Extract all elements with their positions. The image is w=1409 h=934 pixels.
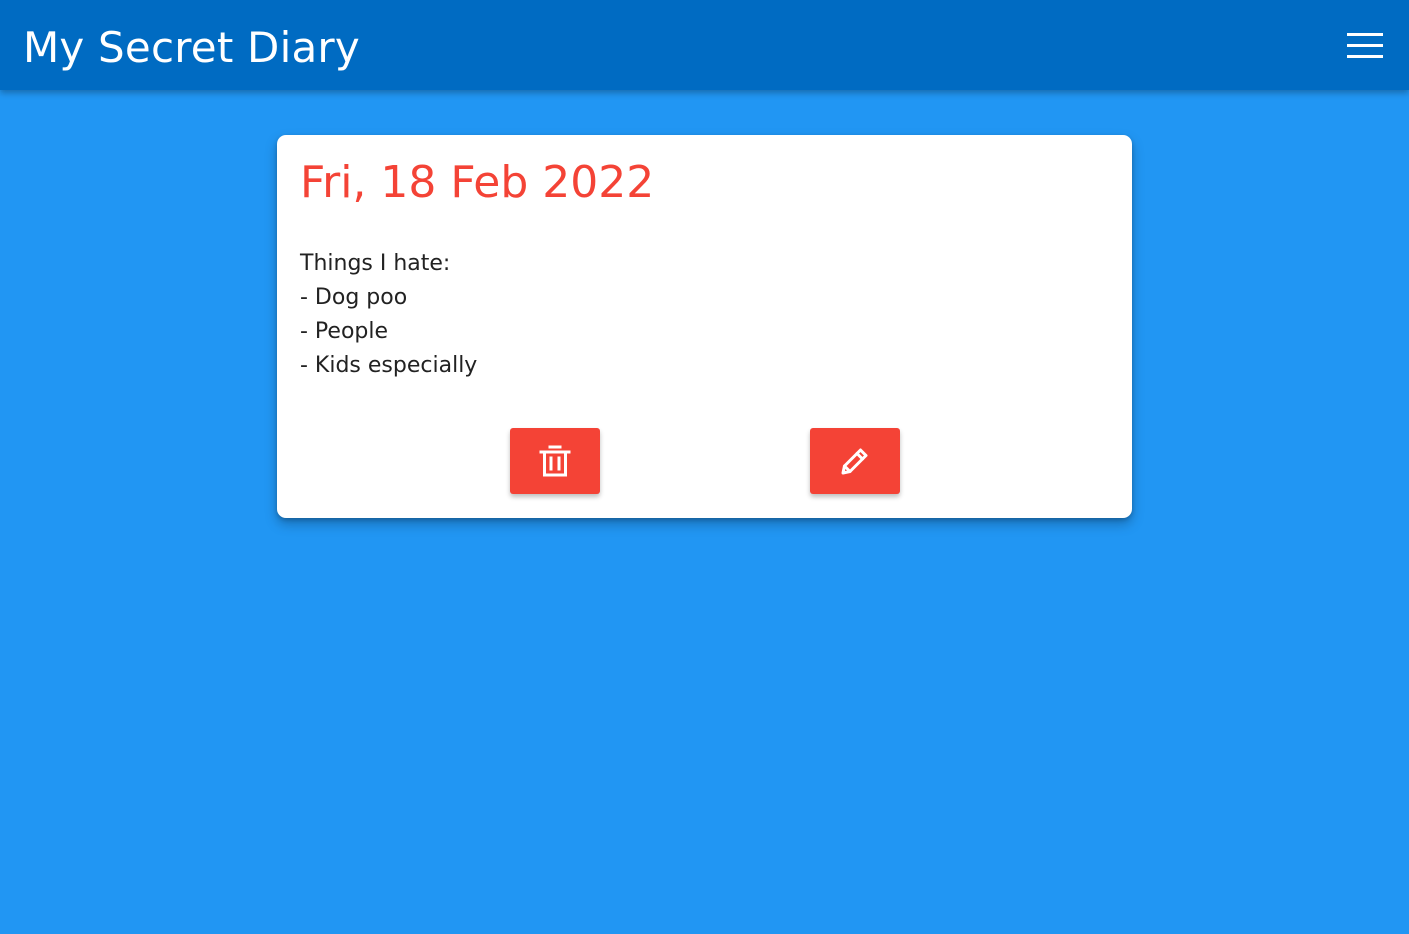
entry-line-item: - Kids especially [300, 353, 478, 378]
app-title: My Secret Diary [23, 23, 360, 72]
edit-entry-button[interactable] [810, 428, 900, 494]
menu-button[interactable] [1343, 26, 1387, 66]
entry-line-item: - Dog poo [300, 285, 408, 310]
trash-icon [535, 441, 575, 481]
delete-entry-button[interactable] [510, 428, 600, 494]
diary-entry-card: Fri, 18 Feb 2022 Things I hate: - Dog po… [277, 135, 1132, 518]
entry-date: Fri, 18 Feb 2022 [300, 157, 655, 208]
entry-body: Things I hate: - Dog poo - People - Kids… [300, 247, 477, 383]
entry-line-heading: Things I hate: [300, 251, 451, 276]
pencil-icon [835, 441, 875, 481]
app-header: My Secret Diary [0, 0, 1409, 90]
hamburger-menu-icon [1347, 30, 1383, 62]
entry-line-item: - People [300, 319, 389, 344]
